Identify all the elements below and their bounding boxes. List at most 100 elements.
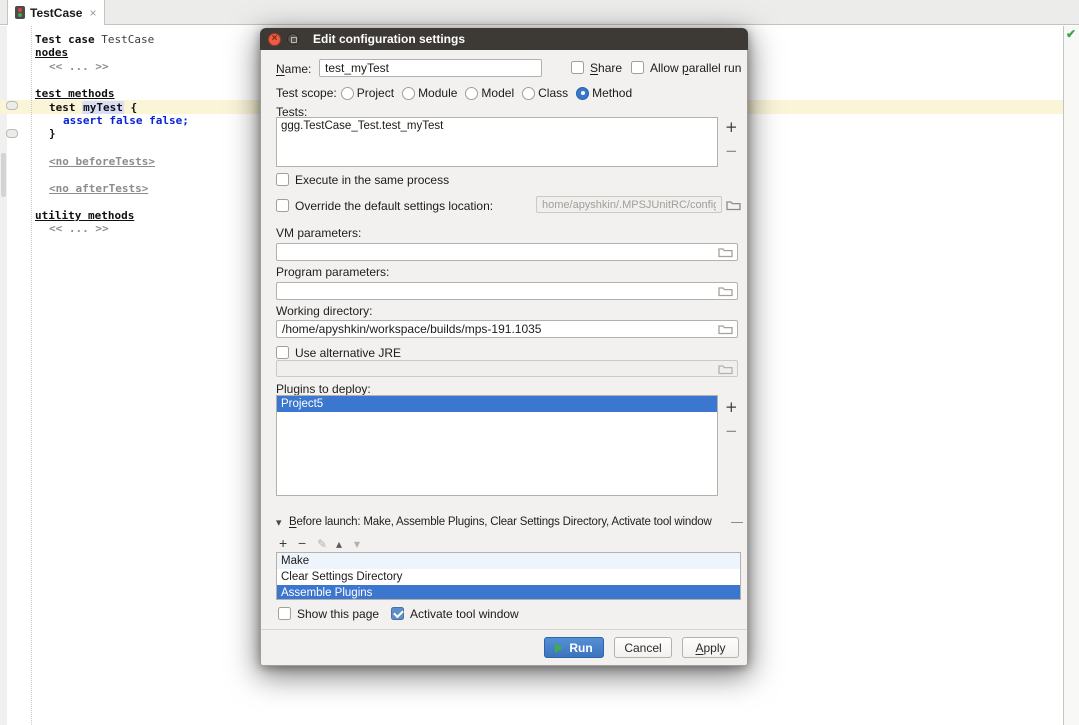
use-alternative-jre-checkbox[interactable]: Use alternative JRE [276, 345, 401, 360]
scope-option-class[interactable]: Class [522, 86, 568, 100]
code-line[interactable]: } [49, 127, 56, 140]
before-launch-item-selected[interactable]: Assemble Plugins [277, 585, 740, 600]
working-directory-label: Working directory: [276, 304, 372, 318]
code-line[interactable]: <no afterTests> [49, 182, 148, 195]
code-line[interactable]: Test case TestCase [35, 33, 154, 46]
radio-button [341, 87, 354, 100]
share-checkbox[interactable]: Share [571, 60, 622, 75]
before-launch-move-down-button[interactable]: ▾ [354, 538, 360, 550]
cancel-button[interactable]: Cancel [614, 637, 672, 658]
plugins-list-item-selected[interactable]: Project5 [277, 396, 717, 412]
vm-folder-icon[interactable] [718, 246, 733, 258]
scope-option-module[interactable]: Module [402, 86, 457, 100]
tests-list-item[interactable]: ggg.TestCase_Test.test_myTest [277, 118, 717, 134]
scope-option-method[interactable]: Method [576, 86, 632, 100]
tests-remove-button[interactable]: − [725, 144, 738, 158]
before-launch-add-button[interactable]: + [279, 537, 287, 549]
tab-testcase[interactable]: TestCase × [7, 0, 105, 25]
editor-tab-bar: TestCase × [0, 0, 1079, 25]
code-line[interactable]: test methods [35, 87, 114, 100]
label-text: ame: [285, 62, 312, 76]
checkbox-box [276, 199, 289, 212]
jre-path-input [276, 360, 738, 377]
execute-same-process-checkbox[interactable]: Execute in the same process [276, 172, 449, 187]
before-launch-edit-icon[interactable]: ✎ [317, 538, 327, 550]
run-button[interactable]: Run [544, 637, 604, 658]
scope-option-model[interactable]: Model [465, 86, 514, 100]
checkbox-box [631, 61, 644, 74]
apply-button[interactable]: Apply [682, 637, 739, 658]
program-parameters-input[interactable] [276, 282, 738, 300]
before-launch-list[interactable]: Make Clear Settings Directory Assemble P… [276, 552, 741, 600]
mnemonic: A [695, 641, 703, 655]
label-text: Allow [650, 61, 682, 75]
code-line[interactable]: nodes [35, 46, 68, 59]
allow-parallel-run-checkbox[interactable]: Allow parallel run [631, 60, 741, 75]
override-location-input [536, 196, 722, 213]
code-line[interactable]: << ... >> [49, 60, 109, 73]
radio-button [402, 87, 415, 100]
left-stripe-thumb[interactable] [1, 153, 6, 197]
radio-button [522, 87, 535, 100]
tests-add-button[interactable]: + [725, 120, 738, 134]
before-launch-item[interactable]: Clear Settings Directory [277, 569, 740, 585]
window-maximize-button[interactable] [287, 33, 299, 45]
use-alternative-jre-label: Use alternative JRE [295, 346, 401, 360]
code-line[interactable]: << ... >> [49, 222, 109, 235]
dialog-titlebar[interactable]: × Edit configuration settings [260, 28, 748, 50]
checkbox-box [571, 61, 584, 74]
vm-parameters-label: VM parameters: [276, 226, 361, 240]
show-this-page-checkbox[interactable]: Show this page [278, 606, 379, 621]
before-launch-header[interactable]: Before launch: Make, Assemble Plugins, C… [289, 516, 712, 528]
share-label: Share [590, 61, 622, 75]
plugins-remove-button[interactable]: − [725, 424, 738, 438]
tab-title: TestCase [30, 6, 82, 20]
code-line[interactable]: assert false false; [63, 114, 189, 127]
before-launch-collapse-icon[interactable]: ▾ [276, 516, 282, 529]
radio-label: Module [418, 86, 457, 100]
inspection-ok-icon[interactable]: ✔ [1066, 27, 1076, 41]
activate-tool-window-label: Activate tool window [410, 607, 519, 621]
label-text: pply [704, 641, 726, 655]
label-text: arallel run [689, 61, 742, 75]
cancel-button-label: Cancel [624, 641, 661, 655]
override-settings-checkbox[interactable]: Override the default settings location: [276, 198, 493, 213]
program-folder-icon[interactable] [718, 285, 733, 297]
checkbox-box [278, 607, 291, 620]
execute-same-process-label: Execute in the same process [295, 173, 449, 187]
gutter-indent-line [31, 26, 32, 725]
before-launch-item[interactable]: Make [277, 553, 740, 569]
before-launch-move-up-button[interactable]: ▴ [336, 538, 342, 550]
vm-parameters-input[interactable] [276, 243, 738, 261]
fold-marker[interactable] [6, 101, 18, 110]
override-settings-label: Override the default settings location: [295, 199, 493, 213]
override-folder-icon[interactable] [726, 199, 741, 211]
code-keyword: Test case [35, 33, 95, 46]
code-line[interactable]: <no beforeTests> [49, 155, 155, 168]
fold-marker[interactable] [6, 129, 18, 138]
radio-label: Model [481, 86, 514, 100]
jre-folder-icon[interactable] [718, 363, 733, 375]
before-launch-separator-dash [731, 522, 743, 523]
test-scope-label: Test scope: [276, 86, 337, 100]
tests-list[interactable]: ggg.TestCase_Test.test_myTest [276, 117, 718, 167]
plugins-list[interactable]: Project5 [276, 395, 718, 496]
code-line[interactable]: test myTest { [49, 101, 137, 114]
workdir-folder-icon[interactable] [718, 323, 733, 335]
before-launch-remove-button[interactable]: − [298, 537, 306, 549]
play-icon [555, 643, 563, 653]
checkbox-box-checked [391, 607, 404, 620]
radio-label: Method [592, 86, 632, 100]
window-close-button[interactable]: × [268, 33, 281, 46]
tab-close-icon[interactable]: × [89, 6, 96, 20]
name-input[interactable] [319, 59, 542, 77]
radio-button [465, 87, 478, 100]
plugins-to-deploy-label: Plugins to deploy: [276, 382, 371, 396]
plugins-add-button[interactable]: + [725, 400, 738, 414]
code-name: TestCase [101, 33, 154, 46]
testcase-icon [15, 6, 25, 19]
scope-option-project[interactable]: Project [341, 86, 394, 100]
activate-tool-window-checkbox[interactable]: Activate tool window [391, 606, 519, 621]
working-directory-input[interactable] [276, 320, 738, 338]
code-line[interactable]: utility methods [35, 209, 134, 222]
